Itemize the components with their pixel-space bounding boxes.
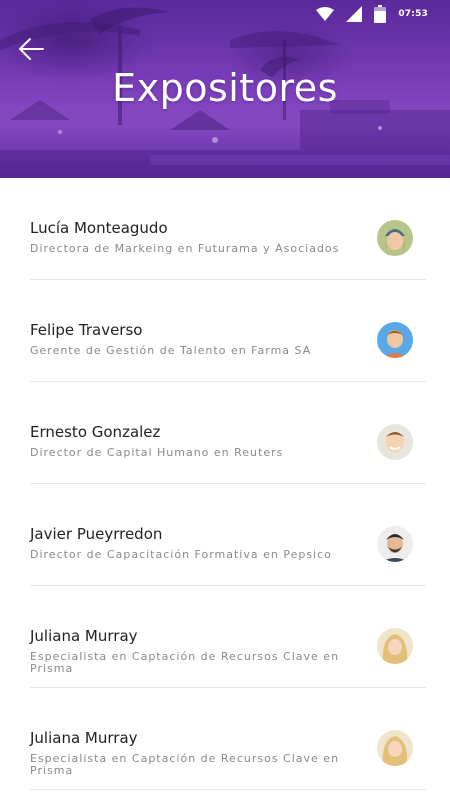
avatar[interactable] xyxy=(377,628,413,664)
speaker-role: Especialista en Captación de Recursos Cl… xyxy=(30,752,340,777)
avatar[interactable] xyxy=(377,730,413,766)
screen: 07:53 Expositores Lucía Monteagudo Direc… xyxy=(0,0,450,800)
header-banner: 07:53 Expositores xyxy=(0,0,450,178)
speaker-name: Ernesto Gonzalez xyxy=(30,423,161,441)
avatar[interactable] xyxy=(377,220,413,256)
wifi-icon xyxy=(316,7,335,21)
avatar[interactable] xyxy=(377,526,413,562)
avatar-woman-blonde xyxy=(377,730,413,766)
status-time: 07:53 xyxy=(398,9,428,19)
avatar-woman-beanie xyxy=(377,220,413,256)
avatar[interactable] xyxy=(377,424,413,460)
status-bar: 07:53 xyxy=(0,0,450,28)
speaker-item[interactable]: Felipe Traverso Gerente de Gestión de Ta… xyxy=(30,280,426,382)
speaker-role: Director de Capital Humano en Reuters xyxy=(30,446,284,459)
back-button[interactable] xyxy=(14,34,48,64)
speaker-name: Juliana Murray xyxy=(30,729,138,747)
speaker-name: Juliana Murray xyxy=(30,627,138,645)
speaker-role: Director de Capacitación Formativa en Pe… xyxy=(30,548,332,561)
avatar-man-blue xyxy=(377,322,413,358)
speaker-name: Lucía Monteagudo xyxy=(30,219,168,237)
battery-icon xyxy=(374,5,387,23)
speaker-item[interactable]: Javier Pueyrredon Director de Capacitaci… xyxy=(30,484,426,586)
speaker-role: Directora de Markeing en Futurama y Asoc… xyxy=(30,242,340,255)
avatar[interactable] xyxy=(377,322,413,358)
avatar-man-smiling xyxy=(377,424,413,460)
speaker-name: Javier Pueyrredon xyxy=(30,525,163,543)
speaker-item[interactable]: Juliana Murray Especialista en Captación… xyxy=(30,586,426,688)
avatar-man-dark xyxy=(377,526,413,562)
speaker-role: Gerente de Gestión de Talento en Farma S… xyxy=(30,344,312,357)
avatar-woman-blonde xyxy=(377,628,413,664)
speaker-list: Lucía Monteagudo Directora de Markeing e… xyxy=(0,178,450,790)
speaker-item[interactable]: Ernesto Gonzalez Director de Capital Hum… xyxy=(30,382,426,484)
speaker-name: Felipe Traverso xyxy=(30,321,143,339)
arrow-left-icon xyxy=(19,38,44,60)
speaker-item[interactable]: Juliana Murray Especialista en Captación… xyxy=(30,688,426,790)
signal-icon xyxy=(346,6,363,22)
speaker-role: Especialista en Captación de Recursos Cl… xyxy=(30,650,340,675)
page-title: Expositores xyxy=(112,66,338,110)
speaker-item[interactable]: Lucía Monteagudo Directora de Markeing e… xyxy=(30,178,426,280)
